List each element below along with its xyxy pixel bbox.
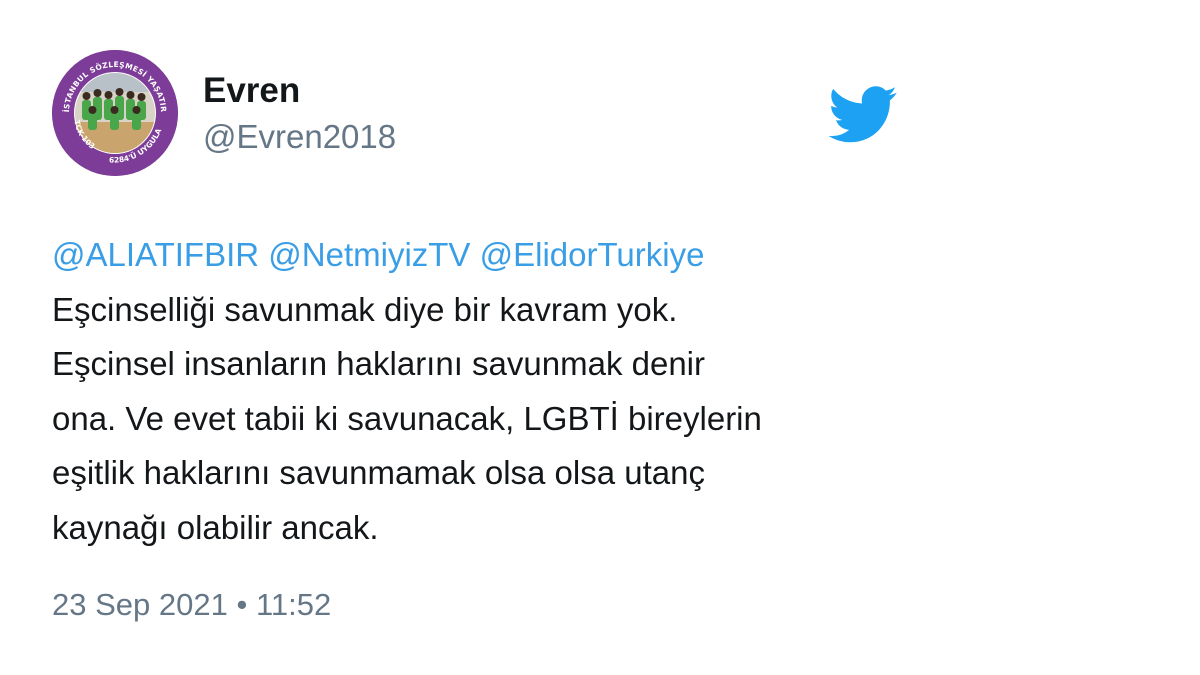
user-handle[interactable]: @Evren2018 xyxy=(203,117,396,157)
timestamp-separator: • xyxy=(236,587,248,622)
mention-link[interactable]: @NetmiyizTV xyxy=(268,236,470,273)
tweet-text-line: kaynağı olabilir ancak. xyxy=(52,508,379,546)
mention-link[interactable]: @ALIATIFBIR xyxy=(52,236,259,273)
tweet-card: İSTANBUL SÖZLEŞMESİ YAŞATIR TCK-103 6284… xyxy=(0,0,1200,675)
tweet-text-line: Eşcinselliği savunmak diye bir kavram yo… xyxy=(52,290,678,328)
tweet-text-line: eşitlik haklarını savunmamak olsa olsa u… xyxy=(52,454,705,491)
display-name[interactable]: Evren xyxy=(203,70,300,112)
tweet-mentions: @ALIATIFBIR @NetmiyizTV @ElidorTurkiye xyxy=(52,228,932,283)
tweet-text-line: ona. Ve evet tabii ki savunacak, LGBTİ b… xyxy=(52,399,762,437)
tweet-text: @ALIATIFBIR @NetmiyizTV @ElidorTurkiye E… xyxy=(52,228,932,555)
twitter-bird-icon[interactable] xyxy=(828,86,898,144)
avatar-image: İSTANBUL SÖZLEŞMESİ YAŞATIR TCK-103 6284… xyxy=(52,50,178,176)
mention-link[interactable]: @ElidorTurkiye xyxy=(480,236,705,273)
avatar[interactable]: İSTANBUL SÖZLEŞMESİ YAŞATIR TCK-103 6284… xyxy=(52,50,178,176)
tweet-time: 11:52 xyxy=(255,587,332,622)
tweet-text-line: Eşcinsel insanların haklarını savunmak d… xyxy=(52,345,705,382)
tweet-date: 23 Sep 2021 xyxy=(52,587,228,622)
tweet-timestamp[interactable]: 23 Sep 2021 • 11:52 xyxy=(52,585,331,625)
